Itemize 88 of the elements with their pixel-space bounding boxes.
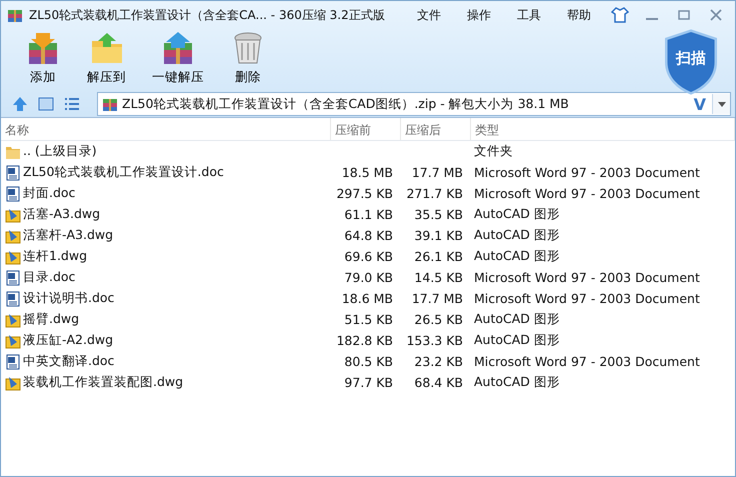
document-icon [5, 290, 21, 306]
compressed-size: 26.5 KB [413, 312, 464, 327]
compressed-size: 35.5 KB [413, 207, 464, 222]
drawing-file-icon [5, 312, 21, 328]
column-header[interactable]: 压缩前 [331, 118, 401, 140]
menu-item[interactable]: 帮助 [557, 6, 601, 24]
original-size: 297.5 KB [335, 186, 394, 201]
file-type: AutoCAD 图形 [473, 374, 561, 391]
drawing-file-icon [5, 248, 21, 264]
file-name: 液压缸-A2.dwg [23, 332, 114, 349]
drawing-file-icon [5, 332, 21, 348]
document-icon [5, 164, 21, 180]
caret-icon [718, 102, 726, 106]
verify-label: V [692, 94, 707, 114]
folder-up-arrow-icon [90, 31, 124, 65]
file-type: AutoCAD 图形 [473, 206, 561, 223]
original-size: 18.6 MB [340, 291, 394, 306]
file-type: Microsoft Word 97 - 2003 Document [473, 186, 701, 201]
minimize-icon [646, 18, 658, 20]
document-icon [5, 186, 21, 202]
original-size: 182.8 KB [335, 333, 394, 348]
compressed-size: 17.7 MB [410, 291, 464, 306]
file-name: ZL50轮式装载机工作装置设计.doc [23, 164, 224, 181]
file-name: 目录.doc [23, 269, 76, 286]
file-name: 封面.doc [23, 185, 76, 202]
file-name: 摇臂.dwg [23, 311, 80, 328]
column-header[interactable]: 名称 [1, 118, 331, 140]
archive-icon [7, 7, 23, 23]
compressed-size: 26.1 KB [413, 249, 464, 264]
address-text: ZL50轮式装载机工作装置设计（含全套CAD图纸）.zip - 解包大小为 38.1 MB [121, 96, 570, 112]
compressed-size: 68.4 KB [413, 375, 464, 390]
drawing-file-icon [5, 206, 21, 222]
file-type: Microsoft Word 97 - 2003 Document [473, 291, 701, 306]
menu-item[interactable]: 工具 [507, 6, 551, 24]
archive-down-arrow-icon [26, 31, 60, 65]
menu-item[interactable]: 操作 [457, 6, 501, 24]
close-icon [710, 9, 722, 21]
column-header[interactable]: 压缩后 [401, 118, 471, 140]
file-type: Microsoft Word 97 - 2003 Document [473, 165, 701, 180]
column-header[interactable]: 类型 [471, 118, 735, 140]
original-size: 61.1 KB [343, 207, 394, 222]
dropdown-button[interactable] [712, 94, 730, 114]
window-title: ZL50轮式装载机工作装置设计（含全套CA... - 360压缩 3.2正式版 [29, 6, 385, 24]
up-arrow-icon [12, 96, 28, 112]
original-size: 51.5 KB [343, 312, 394, 327]
archive-icon [102, 96, 118, 112]
file-type: AutoCAD 图形 [473, 311, 561, 328]
toolbar-button[interactable]: 一键解压 [144, 29, 212, 88]
toolbar-button[interactable]: 添加 [17, 29, 69, 88]
original-size: 79.0 KB [343, 270, 394, 285]
toolbar-button[interactable]: 解压到 [79, 29, 134, 88]
compressed-size: 23.2 KB [413, 354, 464, 369]
file-type: 文件夹 [473, 143, 514, 160]
toolbar-button[interactable]: 删除 [222, 29, 274, 88]
drawing-file-icon [5, 228, 21, 244]
file-name: 活塞杆-A3.dwg [23, 227, 114, 244]
scan-button[interactable]: 扫描 [661, 29, 721, 95]
shirt-icon [611, 7, 629, 23]
file-type: AutoCAD 图形 [473, 248, 561, 265]
document-icon [5, 354, 21, 370]
address-field[interactable]: ZL50轮式装载机工作装置设计（含全套CAD图纸）.zip - 解包大小为 38.1 MB V [97, 92, 731, 116]
menu-item[interactable]: 文件 [407, 6, 451, 24]
file-type: Microsoft Word 97 - 2003 Document [473, 354, 701, 369]
original-size: 64.8 KB [343, 228, 394, 243]
file-name: 设计说明书.doc [23, 290, 114, 307]
file-type: AutoCAD 图形 [473, 332, 561, 349]
maximize-icon [678, 10, 690, 20]
compressed-size: 153.3 KB [405, 333, 464, 348]
window-icon [38, 97, 54, 111]
file-name: 装载机工作装置装配图.dwg [23, 374, 184, 391]
file-name: 活塞-A3.dwg [23, 206, 100, 223]
list-icon [64, 97, 80, 111]
compressed-size: 39.1 KB [413, 228, 464, 243]
original-size: 97.7 KB [343, 375, 394, 390]
original-size: 80.5 KB [343, 354, 394, 369]
file-name: 中英文翻译.doc [23, 353, 114, 370]
compressed-size: 14.5 KB [413, 270, 464, 285]
original-size: 18.5 MB [340, 165, 394, 180]
drawing-file-icon [5, 374, 21, 390]
original-size: 69.6 KB [343, 249, 394, 264]
compressed-size: 17.7 MB [410, 165, 464, 180]
file-name: .. (上级目录) [23, 143, 97, 160]
document-icon [5, 270, 21, 286]
file-type: AutoCAD 图形 [473, 227, 561, 244]
archive-up-arrow-icon [161, 31, 195, 65]
file-name: 连杆1.dwg [23, 248, 88, 265]
file-type: Microsoft Word 97 - 2003 Document [473, 270, 701, 285]
compressed-size: 271.7 KB [405, 186, 464, 201]
